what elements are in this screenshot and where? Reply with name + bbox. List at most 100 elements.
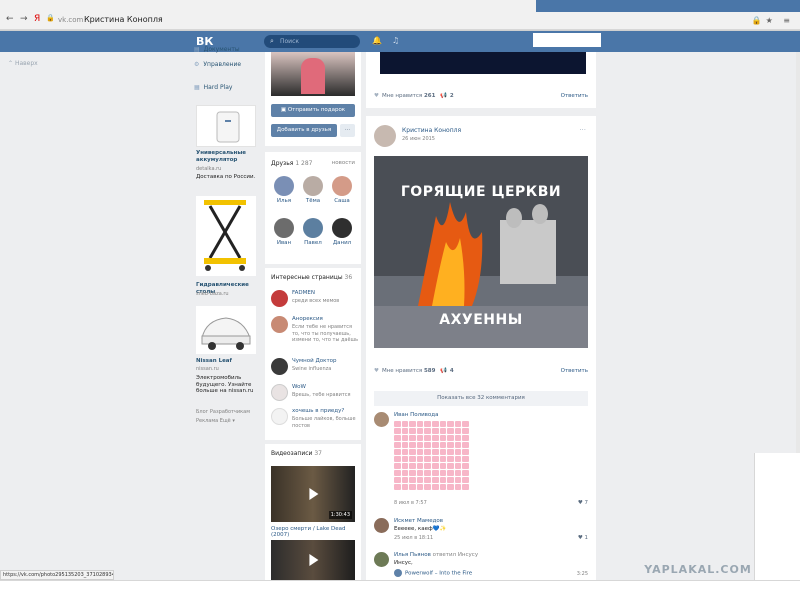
post-image[interactable]: ГОРЯЩИЕ ЦЕРКВИ АХУЕННЫ [374,156,588,348]
add-friend-button[interactable]: Добавить в друзья [271,124,337,137]
back-arrow-icon[interactable]: ← [6,14,14,24]
search-input[interactable]: ⌕ Поиск [264,35,360,48]
search-icon: ⌕ [270,37,274,45]
comment-author[interactable]: Илья Пьянов ответил Инсусу [394,552,478,558]
avatar [332,218,352,238]
comment-author[interactable]: Иван Поливода [394,412,438,418]
audio-duration: 3:25 [576,571,588,577]
music-icon[interactable]: ♫ [392,36,399,45]
page-name[interactable]: Анорексия [292,316,323,322]
watermark: YAPLAKAL.COM [644,563,752,576]
comment-like-button[interactable]: ♥ 7 [578,500,588,506]
friends-title[interactable]: Друзья 1 287 [271,160,313,167]
post-2-share-button[interactable]: 📢 4 [440,368,454,374]
bell-icon[interactable]: 🔔 [372,36,382,45]
send-gift-button[interactable]: ▣ Отправить подарок [271,104,355,117]
comment-author[interactable]: Искмет Мамедов [394,518,443,524]
yandex-icon[interactable]: Я [34,14,40,24]
video-thumbnail[interactable] [271,540,355,580]
avatar[interactable] [374,125,396,147]
friend-item[interactable]: Данил [329,218,355,246]
ad-title[interactable]: Nissan Leaf [196,358,256,365]
page-item[interactable]: Анорексия Если тебе не нравится то, что т… [271,316,359,354]
battery-icon [216,111,240,143]
comment-date[interactable]: 25 июл в 18:11 [394,535,433,541]
footer-links[interactable]: Блог Разработчикам Реклама Ещё ▾ [196,408,260,426]
post-2-like-button[interactable]: ♥ Мне нравится 589 [374,368,435,374]
post-1-reply-link[interactable]: Ответить [561,93,588,99]
scroll-up-link[interactable]: ⌃ Наверх [8,60,38,67]
page-item[interactable]: Чумной Доктор Swine influenza [271,358,359,378]
page-name[interactable]: хочешь в приеду? [292,408,344,414]
comment-like-count: 7 [584,500,589,506]
video-title[interactable]: Озеро смерти / Lake Dead (2007) [271,526,361,538]
profile-photo[interactable] [271,52,355,96]
ad-image-table[interactable] [196,196,256,276]
comment-like-button[interactable]: ♥ 1 [578,535,588,541]
page-item[interactable]: FADMEN среди всех мемов [271,290,359,312]
post-author[interactable]: Кристина Конопля [402,127,461,134]
post-date[interactable]: 26 июн 2015 [402,136,435,142]
browser-toolbar-icons[interactable]: 🔒★ ≡ [752,16,794,25]
vk-header: ВК ⌕ Поиск 🔔 ♫ [0,31,800,52]
avatar[interactable] [374,412,389,427]
megaphone-icon: 📢 [440,93,447,99]
sidebar-item-documents[interactable]: ▤ Документы [194,46,240,53]
play-icon [309,488,319,500]
url-host[interactable]: vk.com [58,16,83,24]
comment-like-count: 1 [584,535,589,541]
friend-name: Данил [332,240,352,246]
profile-photo-figure [301,58,325,94]
heart-icon: ♥ [374,368,379,374]
avatar[interactable] [374,552,389,567]
videos-block: Видеозаписи 37 1:30:43 Озеро смерти / La… [265,444,361,580]
post-2-reply-link[interactable]: Ответить [561,368,588,374]
play-icon [394,569,402,577]
image-top-caption: ГОРЯЩИЕ ЦЕРКВИ [400,184,562,200]
pages-title[interactable]: Интересные страницы 36 [271,274,352,281]
ad-title[interactable]: Универсальные аккумулятор [196,150,256,163]
comment-text: Ееееее, каеф💙✨ [394,526,447,532]
videos-title[interactable]: Видеозаписи 37 [271,450,322,457]
videos-count: 37 [314,450,322,457]
more-actions-button[interactable]: ··· [340,124,355,137]
ad-image-battery[interactable] [196,105,256,147]
like-count: 589 [423,368,436,374]
sidebar-item-label: Hard Play [203,84,233,91]
friend-item[interactable]: Павел [300,218,326,246]
show-all-comments-button[interactable]: Показать все 32 комментария [374,391,588,406]
friends-news-link[interactable]: новости [332,160,355,166]
sidebar-item-hardplay[interactable]: ▦ Hard Play [194,84,232,91]
friend-item[interactable]: Илья [271,176,297,204]
post-1-share-button[interactable]: 📢 2 [440,93,454,99]
post-1-like-button[interactable]: ♥ Мне нравится 261 [374,93,435,99]
sidebar-item-label: Управление [203,61,242,68]
page-item[interactable]: WoW Врешь, тебе нравится [271,384,359,404]
sidebar-item-label: Документы [203,46,240,53]
videos-title-text: Видеозаписи [271,450,313,457]
car-icon [201,317,251,350]
video-thumbnail[interactable]: 1:30:43 [271,466,355,522]
page-name[interactable]: WoW [292,384,306,390]
audio-attachment[interactable]: Powerwolf – Into the Fire [394,569,472,577]
friend-item[interactable]: Тёма [300,176,326,204]
like-label: Мне нравится [381,368,423,374]
url-title[interactable]: Кристина Конопля [84,15,163,24]
forward-arrow-icon[interactable]: → [20,14,28,24]
friend-name: Саша [334,198,350,204]
lock-icon: 🔒 [46,14,55,22]
avatar[interactable] [374,518,389,533]
page-item[interactable]: хочешь в приеду? Больше лайков, больше по… [271,408,359,436]
friend-item[interactable]: Саша [329,176,355,204]
page-name[interactable]: Чумной Доктор [292,358,337,364]
ad-image-car[interactable] [196,306,256,354]
post-1-image[interactable] [380,52,586,74]
sidebar-item-manage[interactable]: ⚙ Управление [194,61,241,68]
friend-name: Иван [276,240,292,246]
send-gift-label: Отправить подарок [287,107,346,113]
comment-date[interactable]: 8 июл в 7:57 [394,500,427,506]
like-label: Мне нравится [381,93,423,99]
friend-item[interactable]: Иван [271,218,297,246]
post-more-icon[interactable]: ··· [579,126,586,134]
page-name[interactable]: FADMEN [292,290,315,296]
